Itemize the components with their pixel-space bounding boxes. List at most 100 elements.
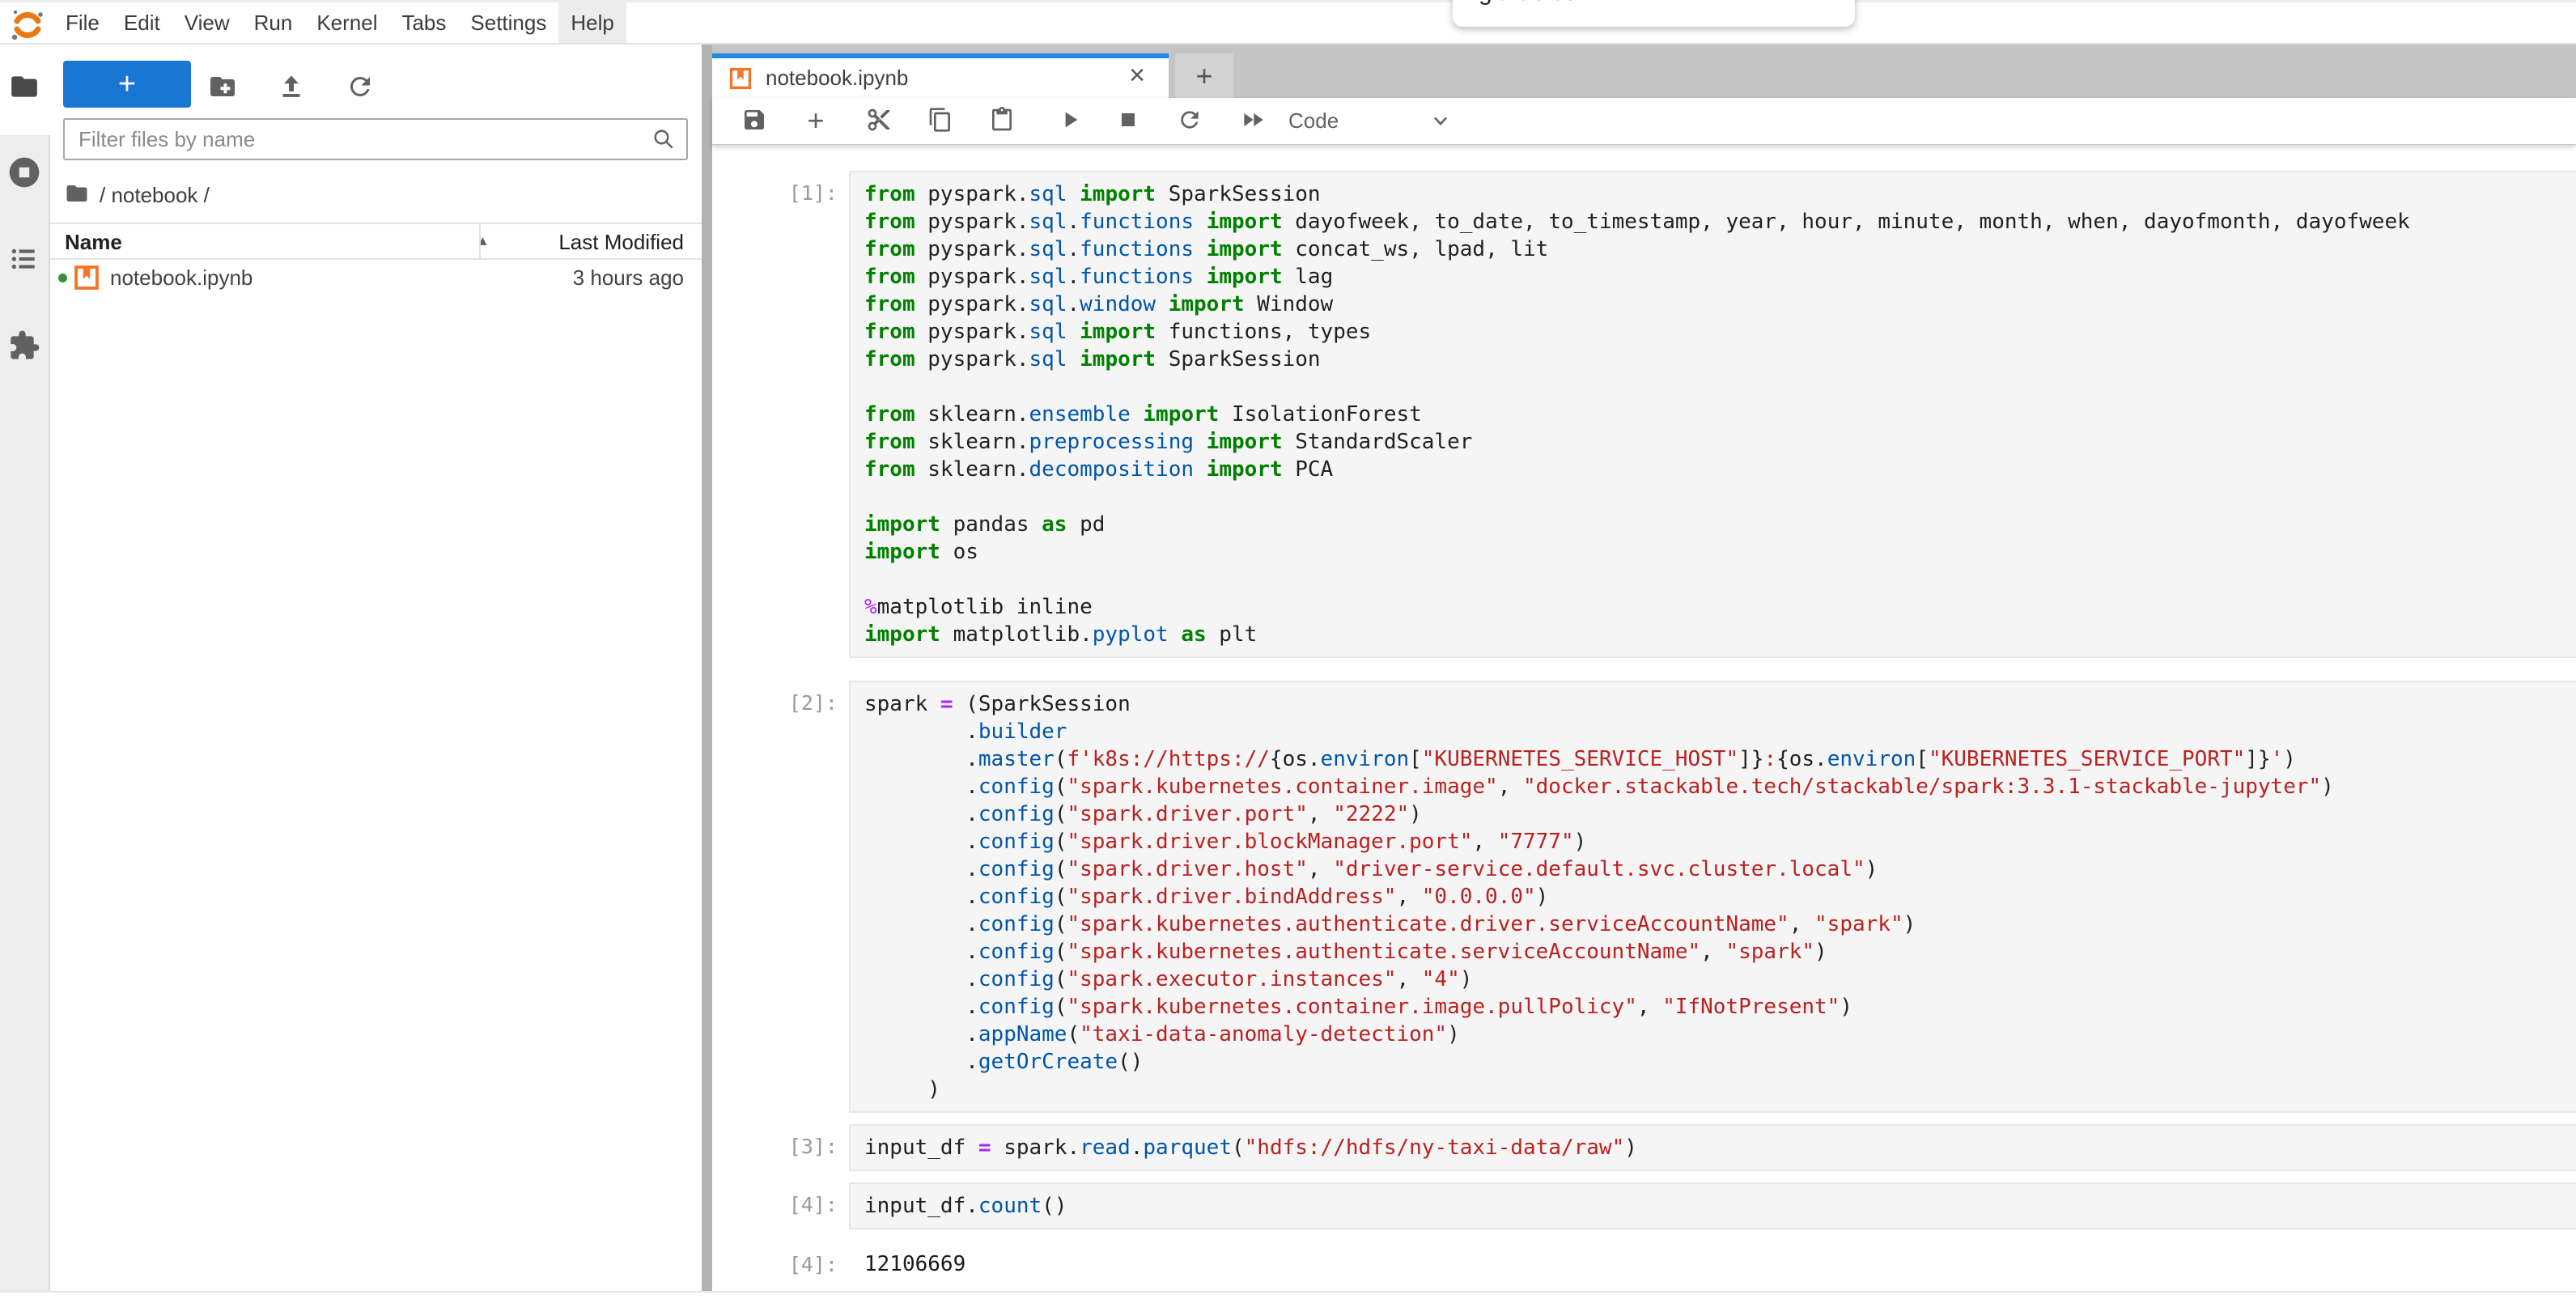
file-browser-panel: + / notebook / [50, 45, 702, 1291]
save-button[interactable] [741, 107, 768, 134]
left-sidebar [0, 45, 50, 1291]
copy-cells-button[interactable] [927, 107, 954, 134]
breadcrumb[interactable]: / notebook / [65, 180, 210, 210]
code-line: from pyspark.sql.functions import concat… [864, 236, 2576, 263]
sidebar-tab-running-sessions[interactable] [0, 155, 49, 193]
code-line: .config("spark.driver.blockManager.port"… [864, 828, 2576, 855]
dock-tab-bar: notebook.ipynb × + [712, 45, 2576, 98]
sidebar-tab-table-of-contents[interactable] [0, 241, 49, 280]
main-dock-area: notebook.ipynb × + + [712, 45, 2576, 1291]
github-popup-text: github.com [1479, 0, 1598, 6]
menu-file[interactable]: File [53, 2, 112, 43]
add-cell-button[interactable]: + [802, 107, 830, 134]
menu-run[interactable]: Run [242, 2, 305, 43]
cut-cells-button[interactable] [865, 107, 893, 134]
menu-kernel[interactable]: Kernel [304, 2, 389, 43]
cell-input-prompt: [2]: [712, 681, 849, 1113]
code-line: from pyspark.sql.window import Window [864, 291, 2576, 318]
code-line: .appName("taxi-data-anomaly-detection") [864, 1021, 2576, 1048]
code-line: from pyspark.sql import functions, types [864, 318, 2576, 346]
menu-settings[interactable]: Settings [458, 2, 558, 43]
file-last-modified: 3 hours ago [573, 265, 684, 291]
upload-icon [277, 72, 306, 104]
code-line: .getOrCreate() [864, 1048, 2576, 1076]
code-line: .config("spark.executor.instances", "4") [864, 966, 2576, 993]
code-line: from pyspark.sql.functions import dayofw… [864, 208, 2576, 236]
close-icon[interactable]: × [1121, 60, 1153, 91]
new-tab-button[interactable]: + [1175, 53, 1233, 98]
restart-icon [1177, 107, 1203, 135]
panel-splitter[interactable] [702, 45, 712, 1291]
code-line: .master(f'k8s://https://{os.environ["KUB… [864, 745, 2576, 773]
column-header-name[interactable]: Name [65, 230, 122, 255]
stackable-logo-icon [10, 7, 45, 43]
puzzle-icon [8, 329, 40, 366]
cell-row: [4]: input_df.count() [712, 1182, 2576, 1229]
restart-run-all-button[interactable] [1239, 107, 1267, 134]
menu-edit[interactable]: Edit [112, 2, 172, 43]
upload-button[interactable] [274, 70, 309, 105]
interrupt-kernel-button[interactable] [1114, 107, 1142, 134]
new-launcher-button[interactable]: + [63, 61, 191, 108]
code-line: from pyspark.sql.functions import lag [864, 263, 2576, 291]
code-line: from sklearn.preprocessing import Standa… [864, 428, 2576, 456]
column-header-last-modified[interactable]: Last Modified [558, 230, 684, 255]
code-line: .config("spark.kubernetes.container.imag… [864, 773, 2576, 800]
filter-files-input[interactable] [63, 118, 688, 160]
menu-items: File Edit View Run Kernel Tabs Settings … [53, 2, 626, 43]
cell-output-row: [4]:12106669 [712, 1242, 2576, 1276]
cell-type-dropdown[interactable]: Code [1288, 98, 1452, 143]
code-line: .config("spark.kubernetes.authenticate.s… [864, 938, 2576, 966]
stop-icon [1115, 107, 1141, 135]
code-line: import matplotlib.pyplot as plt [864, 621, 2576, 648]
clipboard-icon [989, 107, 1015, 135]
cell-input-prompt: [4]: [712, 1182, 849, 1229]
new-folder-icon [208, 72, 237, 104]
code-cell-editor[interactable]: input_df.count() [849, 1182, 2576, 1229]
paste-cells-button[interactable] [988, 107, 1016, 134]
code-line: spark = (SparkSession [864, 690, 2576, 718]
code-line: .config("spark.driver.bindAddress", "0.0… [864, 883, 2576, 911]
tab-notebook[interactable]: notebook.ipynb × [712, 53, 1169, 98]
code-line: from pyspark.sql import SparkSession [864, 180, 2576, 208]
restart-kernel-button[interactable] [1176, 107, 1203, 134]
code-line [864, 566, 2576, 593]
code-cell-editor[interactable]: input_df = spark.read.parquet("hdfs://hd… [849, 1124, 2576, 1171]
refresh-button[interactable] [342, 70, 378, 105]
running-kernel-dot [58, 274, 67, 282]
sort-ascending-icon[interactable]: ▲ [476, 233, 490, 249]
file-filter [63, 118, 688, 160]
code-line: input_df.count() [864, 1192, 2576, 1220]
tab-title: notebook.ipynb [766, 66, 908, 91]
sidebar-tab-extensions[interactable] [0, 328, 49, 367]
cell-output-prompt: [4]: [712, 1242, 849, 1276]
scissors-icon [866, 107, 892, 135]
menu-bar: File Edit View Run Kernel Tabs Settings … [0, 0, 2576, 45]
code-line: from sklearn.ensemble import IsolationFo… [864, 401, 2576, 428]
github-popup: github.com [1453, 0, 1855, 27]
column-divider [479, 224, 481, 260]
code-line: %matplotlib inline [864, 593, 2576, 621]
save-icon [741, 107, 767, 135]
notebook-file-icon [73, 264, 100, 295]
code-cell-editor[interactable]: from pyspark.sql import SparkSessionfrom… [849, 171, 2576, 658]
code-line: from sklearn.decomposition import PCA [864, 456, 2576, 483]
file-list-header: Name ▲ Last Modified [50, 223, 702, 260]
new-folder-button[interactable] [205, 70, 240, 105]
run-cell-button[interactable] [1056, 107, 1084, 134]
folder-icon [9, 71, 40, 106]
code-line: .config("spark.driver.host", "driver-ser… [864, 855, 2576, 883]
cell-list: [1]:from pyspark.sql import SparkSession… [712, 145, 2576, 1276]
code-cell-editor[interactable]: spark = (SparkSession .builder .master(f… [849, 681, 2576, 1113]
home-folder-icon[interactable] [65, 181, 89, 210]
sidebar-tab-file-browser[interactable] [0, 69, 49, 108]
menu-help[interactable]: Help [558, 2, 626, 43]
code-line [864, 483, 2576, 511]
stop-circle-icon [6, 155, 42, 194]
menu-tabs[interactable]: Tabs [389, 2, 458, 43]
file-row-notebook[interactable]: notebook.ipynb 3 hours ago [50, 260, 702, 295]
code-line: .config("spark.kubernetes.authenticate.d… [864, 911, 2576, 938]
menu-view[interactable]: View [172, 2, 242, 43]
code-line: ) [864, 1076, 2576, 1103]
cell-type-value: Code [1288, 108, 1339, 134]
